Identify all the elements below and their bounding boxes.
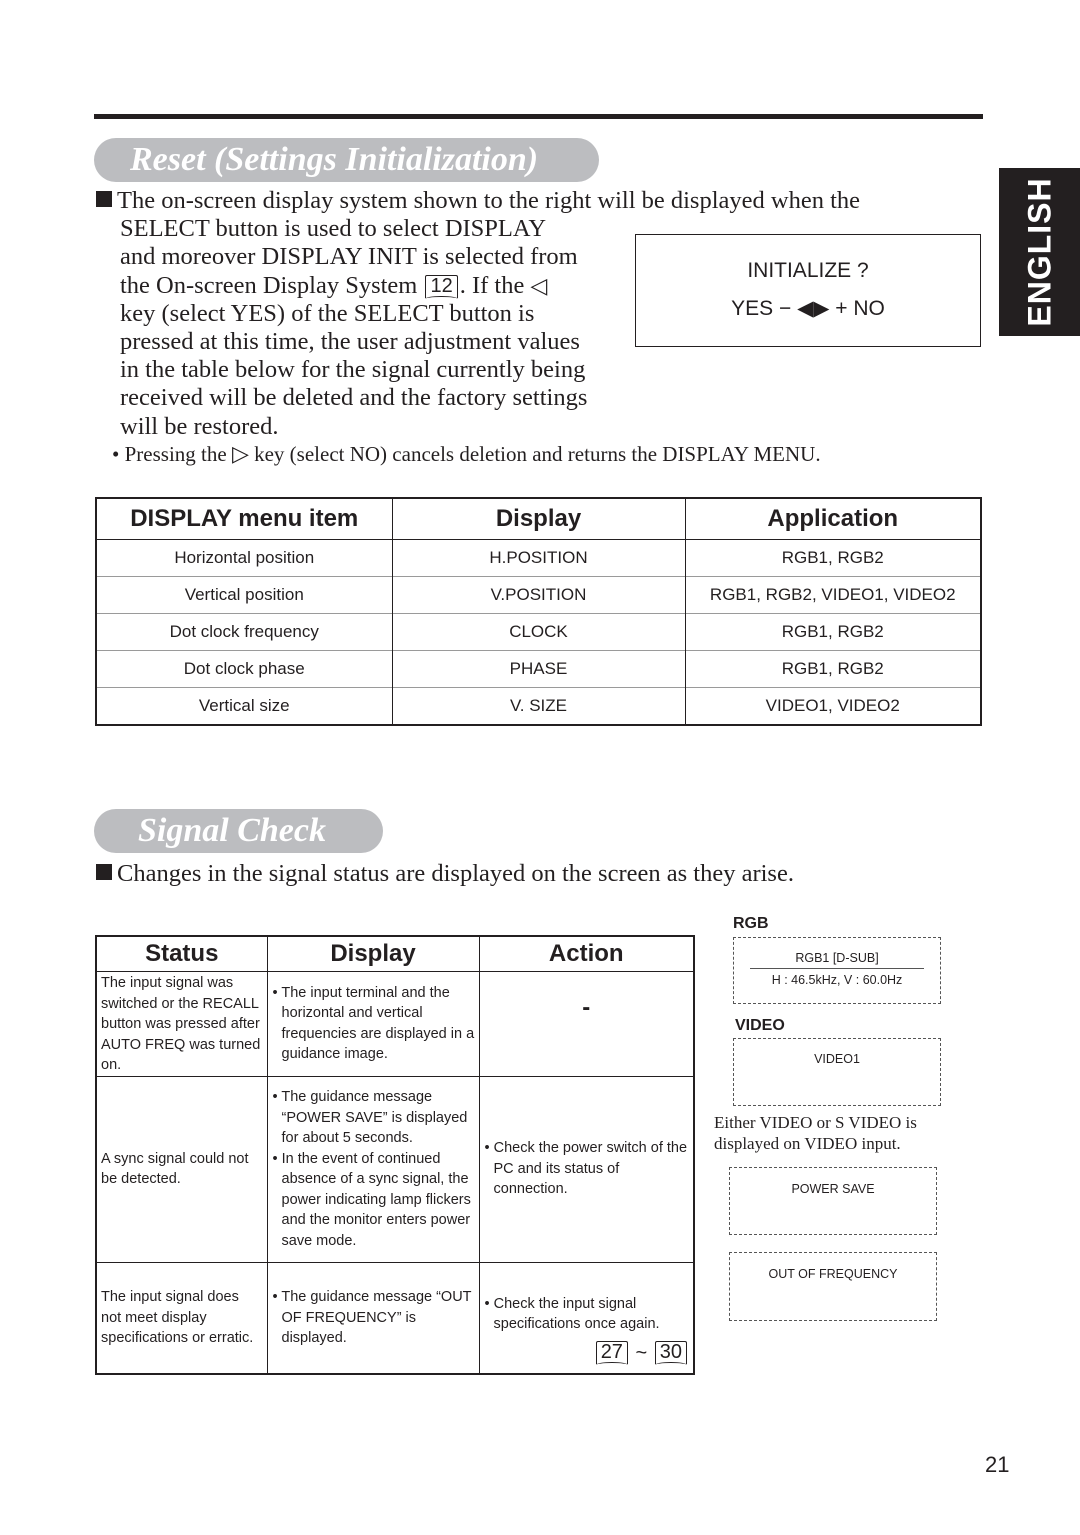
action-cell: - [479,971,694,1076]
display-cell: The guidance message “POWER SAVE” is dis… [267,1075,480,1262]
video-input-name: VIDEO1 [814,1052,860,1066]
column-header: Status [96,936,268,972]
action-cell: Check the input signal specifications on… [479,1261,694,1374]
reset-line-1: The on-screen display system shown to th… [96,187,996,215]
page-number: 21 [985,1452,1010,1477]
application-cell: RGB1, RGB2 [685,650,981,688]
power-save-box: POWER SAVE [729,1167,937,1235]
table-row: Dot clock frequency CLOCK RGB1, RGB2 [96,613,981,651]
menu-item-cell: Dot clock phase [96,650,393,688]
menu-item-cell: Vertical size [96,687,393,725]
column-header: Application [685,498,981,540]
out-of-frequency-message: OUT OF FREQUENCY [768,1267,898,1281]
column-header: Display [392,498,686,540]
display-cell: PHASE [392,650,686,688]
section-title-signal-text: Signal Check [138,812,326,849]
table-row: Vertical size V. SIZE VIDEO1, VIDEO2 [96,687,981,725]
status-cell: A sync signal could not be detected. [96,1075,268,1262]
table-row: Vertical position V.POSITION RGB1, RGB2,… [96,576,981,614]
table-row: Dot clock phase PHASE RGB1, RGB2 [96,650,981,688]
initialize-osd-box: INITIALIZE ? YES − ◀▶ + NO [635,234,981,347]
video-guidance-box: VIDEO1 [733,1038,941,1106]
table-row: Horizontal position H.POSITION RGB1, RGB… [96,539,981,577]
reset-line-8: received will be deleted and the factory… [120,384,588,412]
display-cell: V. SIZE [392,687,686,725]
application-cell: RGB1, RGB2, VIDEO1, VIDEO2 [685,576,981,614]
table-header-row: Status Display Action [96,936,694,972]
right-triangle-icon: ▷ [231,441,249,466]
cancel-note: • Pressing the ▷ key (select NO) cancels… [112,441,821,466]
video-label: VIDEO [735,1017,785,1034]
menu-item-cell: Dot clock frequency [96,613,393,651]
section-title-reset: Reset (Settings Initialization) [94,138,599,182]
status-cell: The input signal was switched or the REC… [96,971,268,1076]
square-bullet-icon [96,864,112,880]
osd-yes-no-choice: YES − ◀▶ + NO [731,297,885,320]
table-row: The input signal was switched or the REC… [96,971,694,1076]
table-header-row: DISPLAY menu item Display Application [96,498,981,540]
status-cell: The input signal does not meet display s… [96,1261,268,1374]
display-cell: The input terminal and the horizontal an… [267,971,480,1076]
signal-intro: Changes in the signal status are display… [96,860,794,888]
menu-item-cell: Horizontal position [96,539,393,577]
top-rule [94,114,983,119]
osd-initialize-prompt: INITIALIZE ? [747,259,869,282]
left-triangle-icon: ◁ [530,272,548,298]
application-cell: RGB1, RGB2 [685,613,981,651]
language-tab: ENGLISH [999,168,1080,336]
page-ref-book-icon: 12 [425,274,458,298]
display-cell: V.POSITION [392,576,686,614]
application-cell: VIDEO1, VIDEO2 [685,687,981,725]
rgb-label: RGB [733,915,769,932]
language-tab-label: ENGLISH [1021,177,1057,327]
rgb-guidance-box: RGB1 [D-SUB] H : 46.5kHz, V : 60.0Hz [733,937,941,1004]
menu-item-cell: Vertical position [96,576,393,614]
square-bullet-icon [96,191,112,207]
display-cell: CLOCK [392,613,686,651]
table-row: The input signal does not meet display s… [96,1261,694,1374]
power-save-message: POWER SAVE [791,1182,875,1196]
display-menu-table: DISPLAY menu item Display Application Ho… [95,497,982,726]
page-refs: 27 ~ 30 [484,1340,690,1364]
column-header: DISPLAY menu item [96,498,393,540]
display-cell: The guidance message “OUT OF FREQUENCY” … [267,1261,480,1374]
rgb-input-name: RGB1 [D-SUB] [750,951,924,969]
reset-line-9: will be restored. [120,412,279,440]
application-cell: RGB1, RGB2 [685,539,981,577]
section-title-signal-check: Signal Check [94,809,383,853]
video-caption: Either VIDEO or S VIDEO is displayed on … [714,1113,917,1153]
column-header: Action [479,936,694,972]
signal-check-table: Status Display Action The input signal w… [95,935,695,1375]
table-row: A sync signal could not be detected. The… [96,1075,694,1262]
reset-line-7: in the table below for the signal curren… [120,356,586,384]
column-header: Display [267,936,480,972]
display-cell: H.POSITION [392,539,686,577]
section-title-reset-text: Reset (Settings Initialization) [130,141,539,178]
page-ref-book-icon: 27 [595,1340,629,1364]
rgb-frequencies: H : 46.5kHz, V : 60.0Hz [771,973,903,987]
out-of-frequency-box: OUT OF FREQUENCY [729,1252,937,1321]
page-ref-book-icon: 30 [654,1340,688,1364]
action-cell: Check the power switch of the PC and its… [479,1075,694,1262]
